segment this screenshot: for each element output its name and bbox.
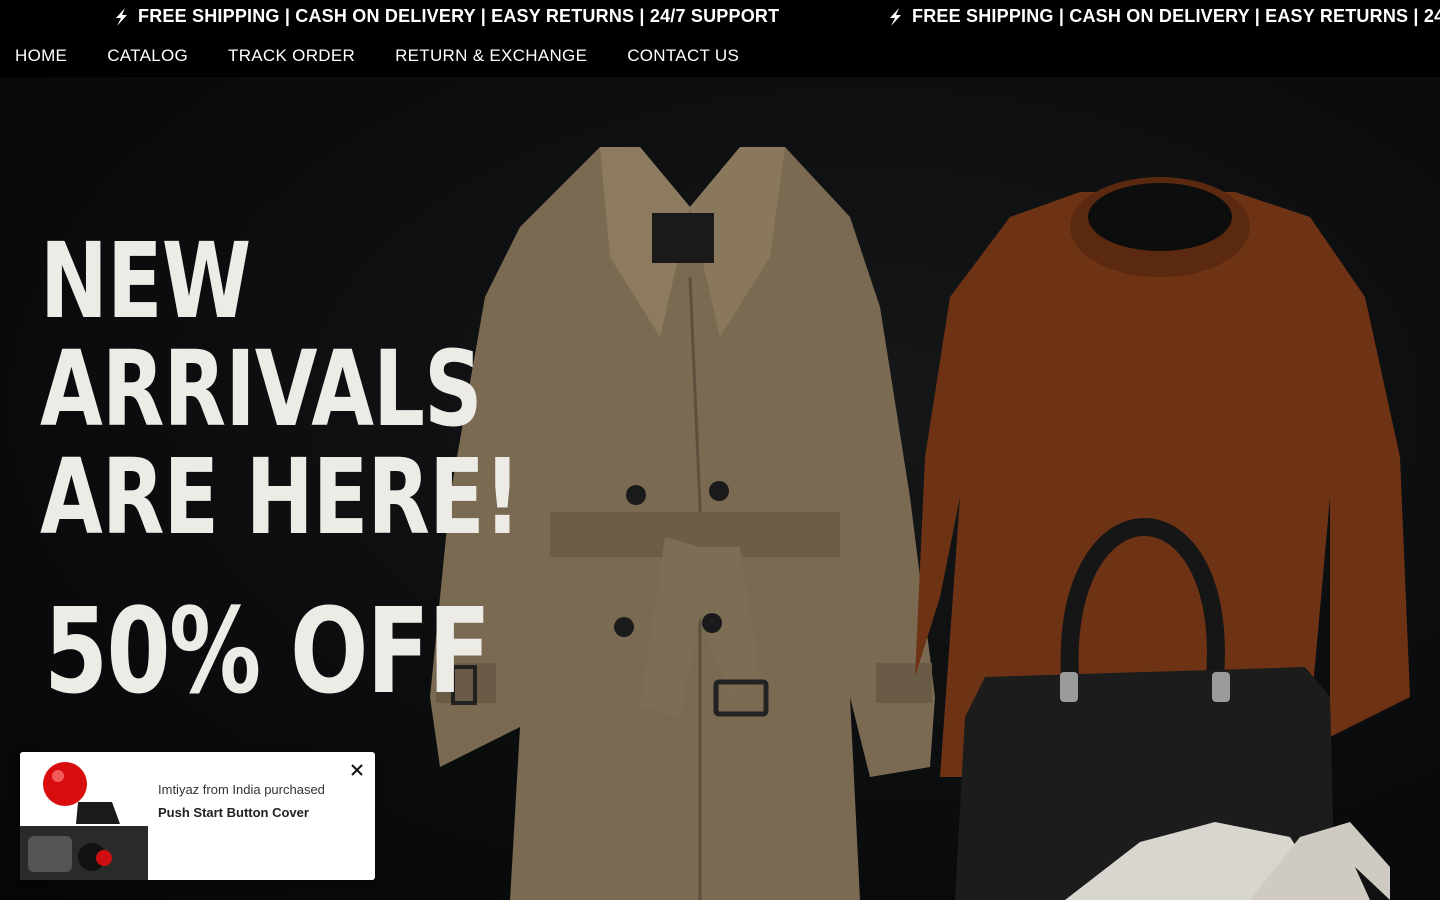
main-nav: HOME CATALOG TRACK ORDER RETURN & EXCHAN…: [0, 34, 1440, 77]
lightning-bolt-icon: [890, 7, 901, 26]
announcement-item: FREE SHIPPING | CASH ON DELIVERY | EASY …: [112, 6, 779, 27]
popup-buyer-text: Imtiyaz from India purchased: [158, 782, 325, 797]
recent-purchase-popup[interactable]: Imtiyaz from India purchased Push Start …: [20, 752, 375, 880]
hero-headline-line: NEW: [40, 220, 251, 342]
nav-item-return-exchange[interactable]: RETURN & EXCHANGE: [395, 46, 587, 66]
nav-item-catalog[interactable]: CATALOG: [107, 46, 188, 66]
announcement-item: FREE SHIPPING | CASH ON DELIVERY | EASY …: [886, 6, 1440, 27]
announcement-bar: FREE SHIPPING | CASH ON DELIVERY | EASY …: [0, 0, 1440, 34]
hero-headline: NEW ARRIVALS ARE HERE!: [40, 220, 521, 558]
hero-headline-line: ARRIVALS: [40, 328, 483, 450]
lightning-bolt-icon: [116, 7, 127, 26]
announcement-text: FREE SHIPPING | CASH ON DELIVERY | EASY …: [138, 6, 780, 26]
hero-headline-line: ARE HERE!: [40, 436, 521, 558]
close-icon: [351, 764, 363, 776]
popup-message: Imtiyaz from India purchased Push Start …: [158, 778, 358, 824]
nav-item-home[interactable]: HOME: [15, 46, 67, 66]
product-thumbnail: [20, 752, 148, 880]
close-popup-button[interactable]: [347, 760, 367, 780]
nav-item-contact-us[interactable]: CONTACT US: [627, 46, 739, 66]
hero-offer-text: 50% OFF: [44, 582, 491, 720]
announcement-text: FREE SHIPPING | CASH ON DELIVERY | EASY …: [912, 6, 1440, 26]
popup-product-name[interactable]: Push Start Button Cover: [158, 801, 358, 824]
nav-item-track-order[interactable]: TRACK ORDER: [228, 46, 355, 66]
